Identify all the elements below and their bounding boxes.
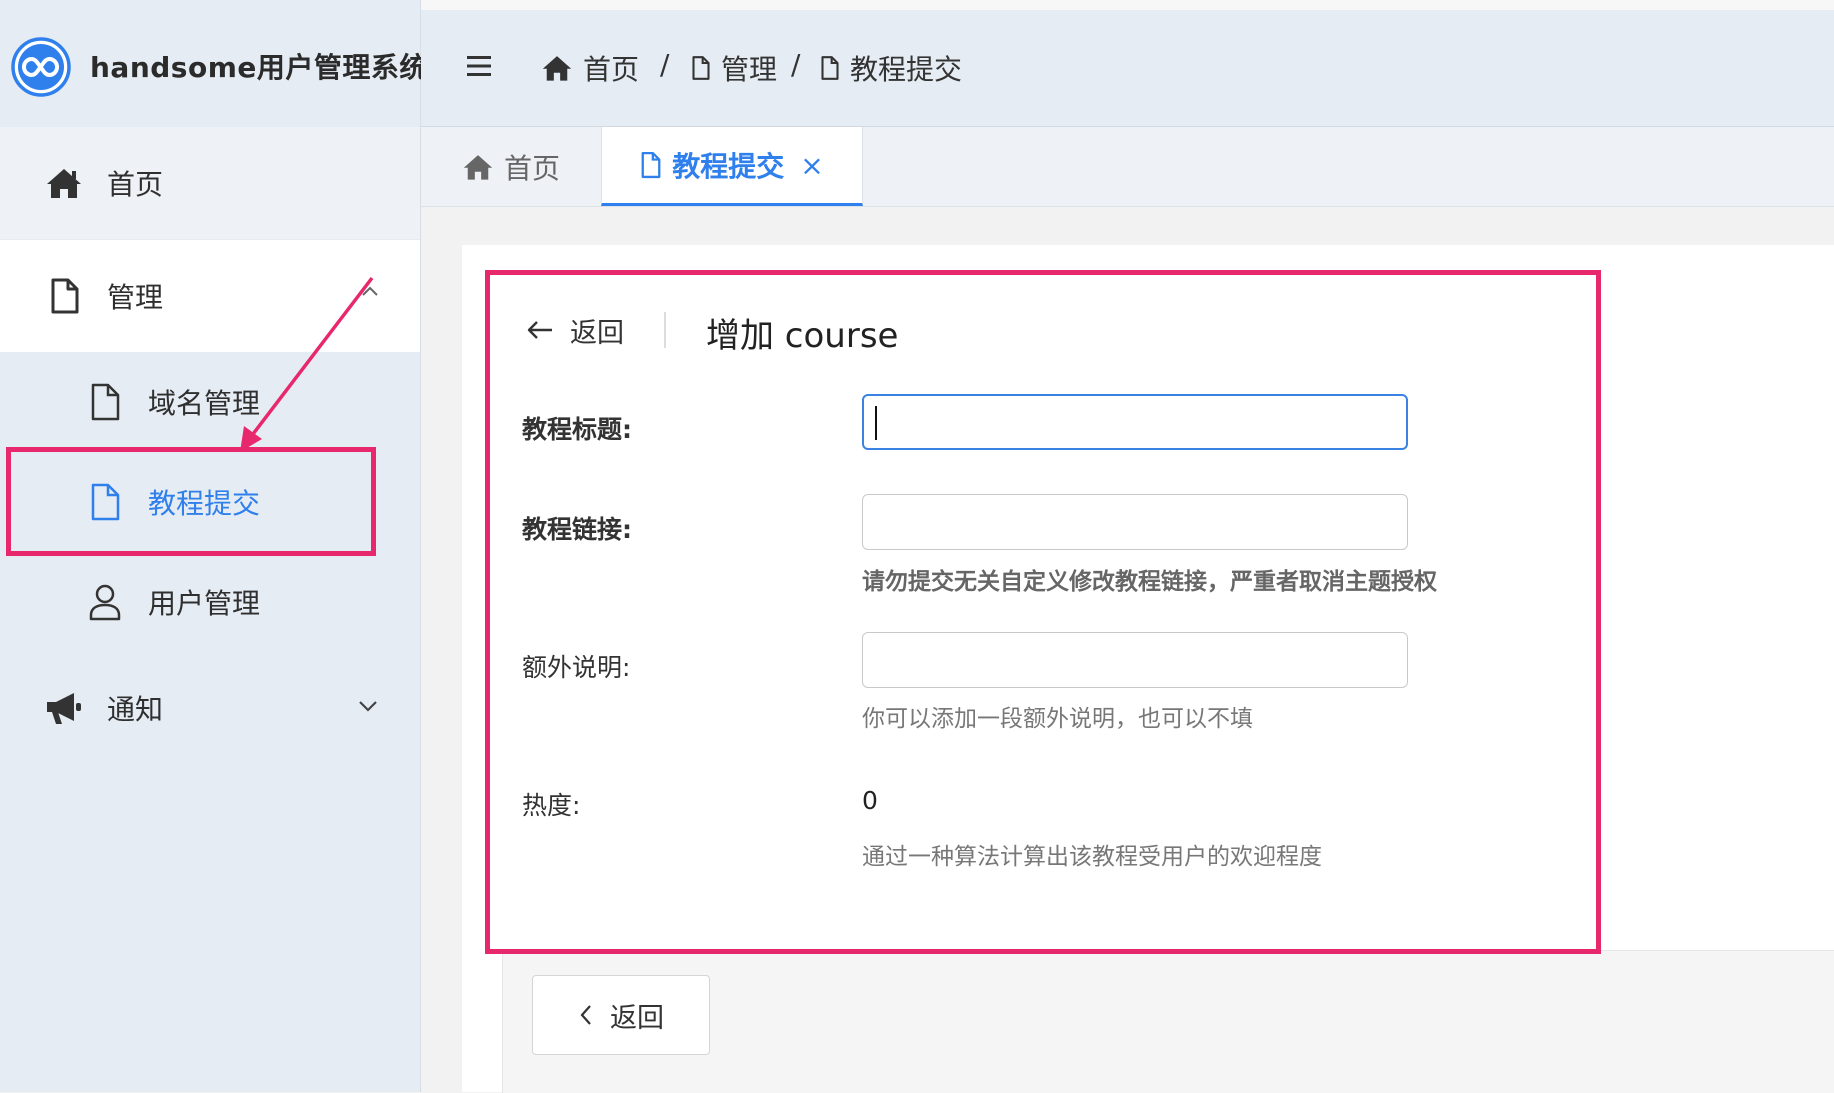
sidebar-item-notice[interactable]: 通知	[0, 652, 420, 764]
breadcrumb-label: 管理	[721, 53, 778, 86]
top-header: 首页 / 管理 / 教程提交	[421, 10, 1834, 127]
file-icon	[641, 151, 661, 179]
tab-close-icon[interactable]: ×	[800, 149, 823, 182]
app-title: handsome用户管理系统	[90, 51, 428, 84]
extra-desc-label: 额外说明:	[522, 653, 631, 682]
page-title: 增加 course	[706, 316, 899, 356]
tab-label: 首页	[503, 151, 560, 185]
back-button[interactable]: 返回	[532, 975, 710, 1055]
breadcrumb-separator: /	[660, 48, 670, 81]
breadcrumb-label: 首页	[583, 53, 640, 86]
tab-label: 教程提交	[672, 150, 785, 183]
breadcrumb-manage[interactable]: 管理	[691, 48, 777, 88]
heat-value: 0	[862, 786, 878, 815]
page-back-link[interactable]: 返回	[526, 310, 624, 350]
heat-label: 热度:	[522, 791, 581, 820]
sidebar-item-label: 通知	[107, 693, 164, 726]
file-icon	[91, 483, 120, 521]
tab-bar: 首页 教程提交 ×	[421, 127, 1834, 207]
tutorial-title-label: 教程标题:	[522, 415, 632, 444]
tutorial-title-input[interactable]	[862, 394, 1408, 450]
file-icon	[51, 278, 79, 314]
breadcrumb-tutorial-submit: 教程提交	[820, 48, 962, 88]
megaphone-icon	[47, 693, 81, 724]
breadcrumb-separator: /	[791, 48, 801, 81]
logo-icon	[11, 37, 71, 97]
file-icon	[692, 56, 710, 80]
home-icon	[542, 56, 572, 81]
text-cursor	[875, 406, 877, 440]
chevron-down-icon[interactable]	[356, 698, 380, 714]
header-divider	[664, 312, 666, 348]
chevron-left-icon	[580, 1005, 591, 1025]
back-button-label: 返回	[610, 1002, 664, 1034]
sidebar-item-label: 用户管理	[148, 587, 261, 620]
tutorial-link-input[interactable]	[862, 494, 1408, 550]
hamburger-icon[interactable]	[465, 54, 493, 78]
brand[interactable]: handsome用户管理系统	[0, 10, 427, 126]
extra-desc-help: 你可以添加一段额外说明，也可以不填	[862, 706, 1253, 732]
arrow-left-icon	[527, 321, 552, 339]
sidebar-item-tutorial-submit[interactable]: 教程提交	[0, 452, 420, 552]
sidebar-item-label: 首页	[107, 168, 164, 201]
file-icon	[91, 383, 120, 421]
sidebar-item-home[interactable]: 首页	[0, 127, 420, 239]
breadcrumb-label: 教程提交	[850, 53, 963, 86]
page-back-label: 返回	[570, 317, 624, 349]
sidebar-item-label: 管理	[107, 281, 164, 314]
heat-help: 通过一种算法计算出该教程受用户的欢迎程度	[862, 844, 1322, 870]
home-icon	[463, 154, 493, 180]
tab-tutorial-submit[interactable]: 教程提交 ×	[601, 127, 863, 206]
tutorial-link-help: 请勿提交无关自定义修改教程链接，严重者取消主题授权	[862, 569, 1437, 595]
breadcrumb-home[interactable]: 首页	[541, 48, 639, 88]
sidebar-item-label: 教程提交	[148, 487, 261, 520]
tutorial-link-label: 教程链接:	[522, 515, 632, 544]
user-icon	[89, 584, 121, 621]
home-icon	[47, 169, 81, 198]
file-icon	[821, 56, 839, 80]
extra-desc-input[interactable]	[862, 632, 1408, 688]
annotation-arrow-icon	[240, 276, 374, 452]
tab-home[interactable]: 首页	[421, 127, 601, 206]
sidebar-item-user-manage[interactable]: 用户管理	[0, 552, 420, 652]
